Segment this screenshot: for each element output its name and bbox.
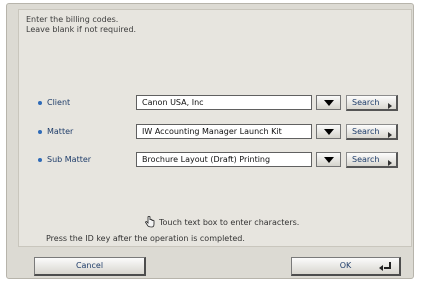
instructions-text: Enter the billing codes. Leave blank if …	[26, 15, 137, 34]
client-search-button[interactable]: Search	[346, 95, 398, 111]
matter-bullet-icon	[38, 130, 42, 134]
cancel-label: Cancel	[75, 261, 104, 270]
sub-matter-field[interactable]: Brochure Layout (Draft) Printing	[136, 152, 312, 167]
sub-matter-bullet-icon	[38, 158, 42, 162]
dropdown-arrow-icon	[323, 99, 334, 106]
chevron-right-icon	[388, 160, 392, 166]
client-dropdown-button[interactable]	[316, 95, 341, 110]
matter-search-label: Search	[352, 127, 380, 136]
cancel-button[interactable]: Cancel	[34, 257, 146, 276]
ok-label: OK	[339, 261, 352, 270]
hint-text: Touch text box to enter characters.	[159, 217, 300, 227]
sub-matter-search-label: Search	[352, 155, 380, 164]
dropdown-arrow-icon	[323, 156, 334, 163]
hand-pointer-icon	[145, 216, 155, 228]
sub-matter-label: Sub Matter	[47, 155, 92, 164]
client-label: Client	[47, 98, 71, 107]
status-text: Press the ID key after the operation is …	[46, 234, 245, 243]
client-search-label: Search	[352, 98, 380, 107]
matter-search-button[interactable]: Search	[346, 124, 398, 140]
ok-button[interactable]: OK	[291, 257, 401, 276]
client-field[interactable]: Canon USA, Inc	[136, 95, 312, 110]
matter-label: Matter	[47, 127, 74, 136]
sub-matter-search-button[interactable]: Search	[346, 152, 398, 168]
sub-matter-dropdown-button[interactable]	[316, 152, 341, 167]
dropdown-arrow-icon	[323, 128, 334, 135]
enter-arrow-icon	[379, 262, 391, 271]
matter-dropdown-button[interactable]	[316, 124, 341, 139]
hint-row: Touch text box to enter characters.	[145, 216, 299, 228]
chevron-right-icon	[388, 103, 392, 109]
matter-field[interactable]: IW Accounting Manager Launch Kit	[136, 124, 312, 139]
chevron-right-icon	[388, 132, 392, 138]
client-bullet-icon	[38, 101, 42, 105]
